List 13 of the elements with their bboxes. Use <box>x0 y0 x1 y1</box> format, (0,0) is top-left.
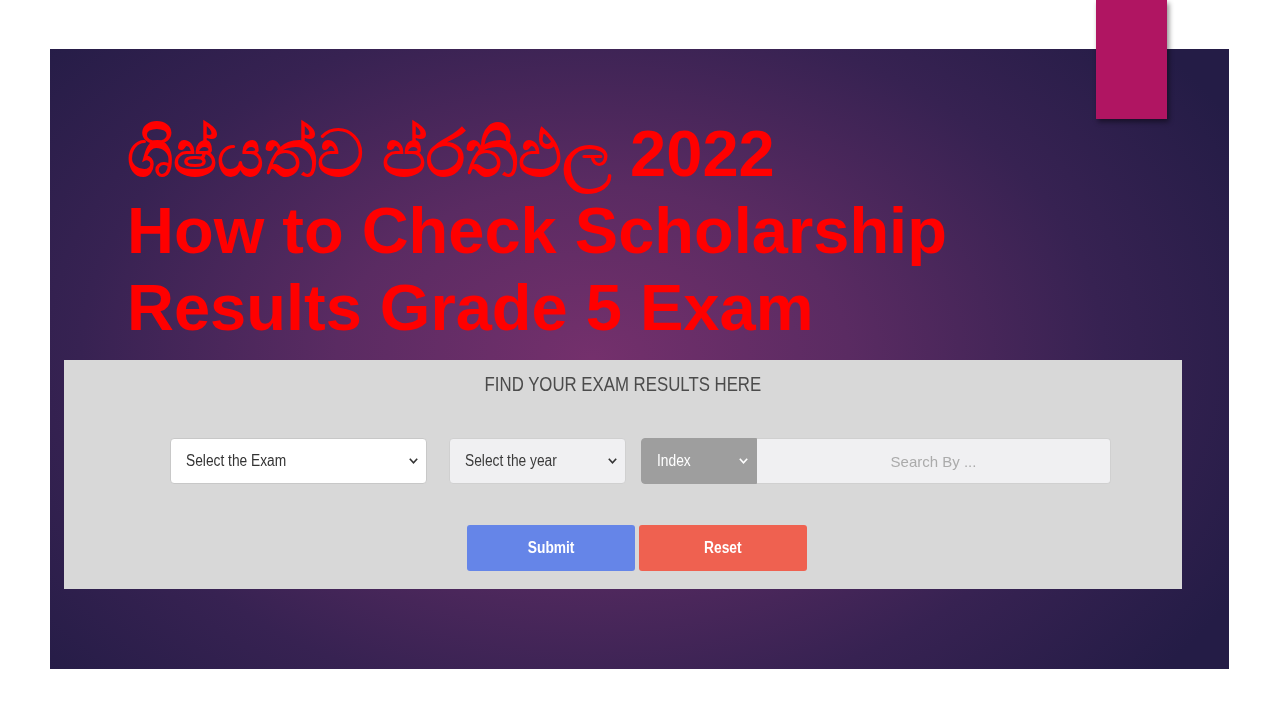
year-dropdown[interactable]: Select the year <box>449 438 626 484</box>
submit-button[interactable]: Submit <box>467 525 635 571</box>
title-line: How to Check Scholarship <box>127 194 947 269</box>
chevron-down-icon <box>608 458 617 464</box>
search-field[interactable]: Search By ... <box>757 438 1111 484</box>
form-heading: FIND YOUR EXAM RESULTS HERE <box>484 372 762 396</box>
title-line: ශිෂ්යත්ව ප්රතිඵල 2022 <box>127 115 775 192</box>
exam-dropdown[interactable]: Select the Exam <box>170 438 427 484</box>
title-line: Results Grade 5 Exam <box>127 270 814 346</box>
search-type-dropdown[interactable]: Index <box>641 438 757 484</box>
chevron-down-icon <box>409 458 418 464</box>
reset-button[interactable]: Reset <box>639 525 807 571</box>
chevron-down-icon <box>739 458 748 464</box>
